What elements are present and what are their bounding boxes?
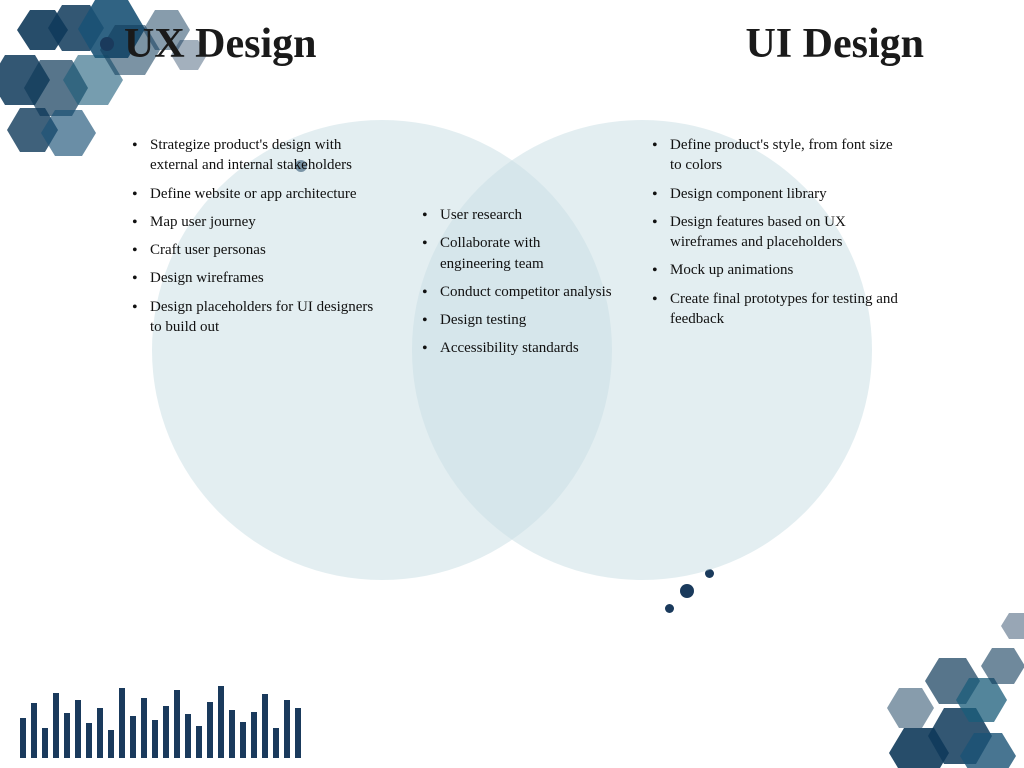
titles-row: UX Design UI Design: [0, 0, 1024, 68]
ui-item-3: Design features based on UX wireframes a…: [652, 212, 902, 253]
bar-5: [64, 713, 70, 758]
ui-item-1: Define product's style, from font size t…: [652, 135, 902, 176]
bar-4: [53, 693, 59, 758]
bar-25: [284, 700, 290, 758]
shared-item-3: Conduct competitor analysis: [422, 282, 612, 302]
ui-item-2: Design component library: [652, 184, 902, 204]
ux-item-2: Define website or app architecture: [132, 184, 382, 204]
bar-18: [207, 702, 213, 758]
bullet-dot-icon: [100, 37, 114, 51]
shared-item-4: Design testing: [422, 310, 612, 330]
shared-item-5: Accessibility standards: [422, 338, 612, 358]
bar-3: [42, 728, 48, 758]
shared-list: User research Collaborate with engineeri…: [422, 205, 612, 359]
bar-19: [218, 686, 224, 758]
bar-15: [174, 690, 180, 758]
ui-title: UI Design: [745, 20, 924, 68]
shared-column: User research Collaborate with engineeri…: [402, 85, 622, 645]
bar-7: [86, 723, 92, 758]
bar-21: [240, 722, 246, 758]
bar-9: [108, 730, 114, 758]
bar-1: [20, 718, 26, 758]
bar-chart-decoration: [20, 686, 301, 758]
ux-title: UX Design: [100, 20, 317, 68]
bar-20: [229, 710, 235, 758]
ux-item-1: Strategize product's design with externa…: [132, 135, 382, 176]
ux-list: Strategize product's design with externa…: [132, 135, 382, 337]
ui-item-4: Mock up animations: [652, 260, 902, 280]
bar-23: [262, 694, 268, 758]
bar-10: [119, 688, 125, 758]
ux-column: Strategize product's design with externa…: [102, 85, 402, 645]
bar-16: [185, 714, 191, 758]
ux-item-5: Design wireframes: [132, 268, 382, 288]
ui-column: Define product's style, from font size t…: [622, 85, 922, 645]
ui-item-5: Create final prototypes for testing and …: [652, 289, 902, 330]
ux-item-4: Craft user personas: [132, 240, 382, 260]
bar-26: [295, 708, 301, 758]
shared-item-1: User research: [422, 205, 612, 225]
bar-24: [273, 728, 279, 758]
text-columns: Strategize product's design with externa…: [102, 85, 922, 645]
bar-14: [163, 706, 169, 758]
bar-17: [196, 726, 202, 758]
main-content: UX Design UI Design Strategize product's…: [0, 0, 1024, 768]
ux-item-3: Map user journey: [132, 212, 382, 232]
bar-2: [31, 703, 37, 758]
ui-list: Define product's style, from font size t…: [652, 135, 902, 329]
shared-item-2: Collaborate with engineering team: [422, 233, 612, 274]
bar-6: [75, 700, 81, 758]
bar-8: [97, 708, 103, 758]
ux-item-6: Design placeholders for UI designers to …: [132, 297, 382, 338]
bar-11: [130, 716, 136, 758]
bar-22: [251, 712, 257, 758]
bar-12: [141, 698, 147, 758]
bar-13: [152, 720, 158, 758]
